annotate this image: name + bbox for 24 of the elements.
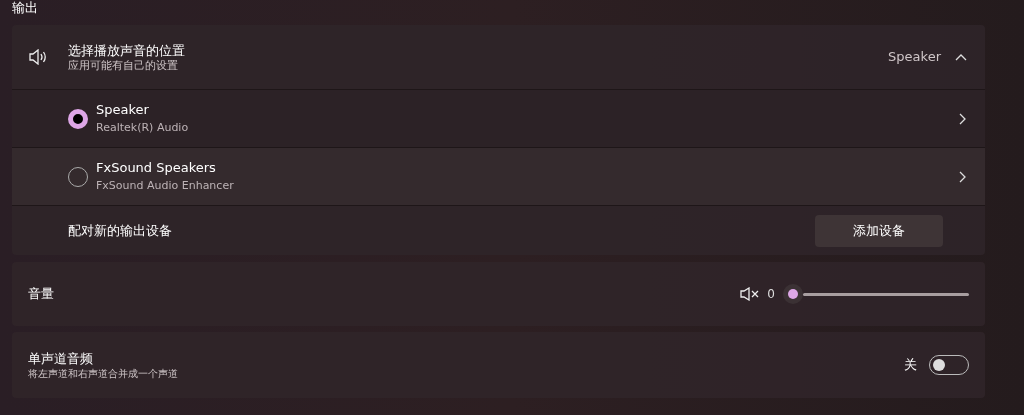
section-heading: 输出 xyxy=(12,0,39,17)
muted-speaker-icon[interactable] xyxy=(740,287,761,301)
device-detail: FxSound Audio Enhancer xyxy=(96,179,235,193)
chevron-right-icon xyxy=(957,112,967,125)
volume-label: 音量 xyxy=(28,285,55,304)
toggle-state-label: 关 xyxy=(904,356,917,375)
device-row[interactable]: FxSound Speakers FxSound Audio Enhancer xyxy=(12,148,985,206)
volume-value: 0 xyxy=(767,286,775,303)
slider-thumb[interactable] xyxy=(783,284,803,304)
setting-title: 单声道音频 xyxy=(28,350,94,367)
device-name: Speaker xyxy=(96,102,150,118)
radio-button[interactable] xyxy=(68,108,88,129)
pair-label: 配对新的输出设备 xyxy=(68,221,173,240)
title-text: 选择播放声音的位置 xyxy=(68,41,186,59)
device-name: FxSound Speakers xyxy=(96,160,217,176)
current-device-text: Speaker xyxy=(888,48,941,67)
speaker-icon xyxy=(28,49,48,65)
chevron-right-icon xyxy=(957,170,967,183)
device-detail: Realtek(R) Audio xyxy=(96,121,190,135)
setting-description: 将左声道和右声道合并成一个声道 xyxy=(28,367,179,380)
chevron-icon[interactable] xyxy=(955,53,967,61)
slider-track[interactable] xyxy=(803,292,969,296)
subtitle-text: 应用可能有自己的设置 xyxy=(68,58,179,73)
add-device-button[interactable]: 添加设备 xyxy=(815,214,943,247)
